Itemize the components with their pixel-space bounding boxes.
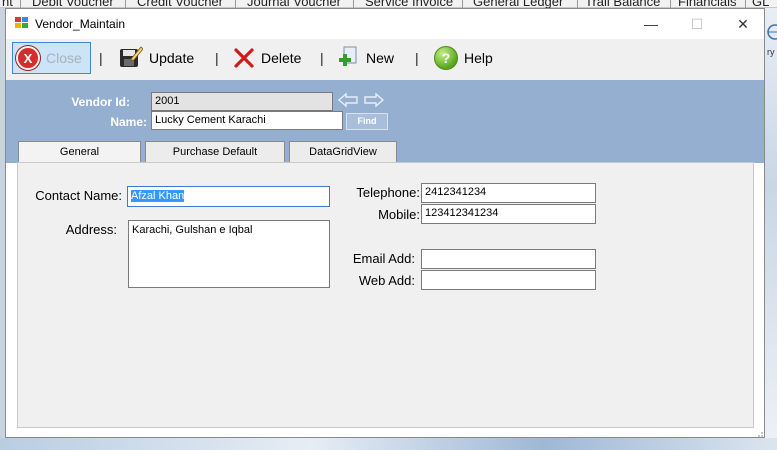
toolbar-separator: | (320, 50, 324, 66)
new-button[interactable]: New (336, 42, 394, 74)
help-icon: ? (434, 46, 458, 70)
web-field[interactable] (421, 270, 596, 290)
email-label: Email Add: (352, 251, 415, 266)
previous-arrow-icon[interactable] (337, 92, 359, 108)
title-bar: Vendor_Maintain — ☐ ✕ (6, 9, 764, 39)
vendor-name-field[interactable]: Lucky Cement Karachi (151, 111, 343, 130)
update-button-label: Update (149, 50, 195, 66)
save-disk-icon (120, 46, 143, 67)
vendor-header (6, 80, 764, 141)
background-tab-separator (462, 0, 463, 8)
close-button-label: Close (46, 50, 82, 66)
help-button-label: Help (464, 50, 493, 66)
web-label: Web Add: (358, 273, 415, 288)
background-right-edge (765, 8, 777, 450)
resize-grip-icon[interactable] (754, 429, 764, 438)
toolbar-separator: | (415, 50, 419, 66)
background-bottom-edge (0, 438, 777, 450)
background-tab-separator (125, 0, 126, 8)
background-tab-separator (745, 0, 746, 8)
toolbar-separator: | (215, 50, 219, 66)
tab-general[interactable]: General (18, 141, 141, 164)
toolbar: X Close | Update | Delete | New | ? Help (6, 39, 764, 80)
delete-x-icon (234, 48, 254, 68)
minimize-button[interactable]: — (628, 9, 674, 39)
address-textarea[interactable]: Karachi, Gulshan e Iqbal (128, 220, 330, 288)
vendor-id-label: Vendor Id: (71, 95, 130, 109)
help-button[interactable]: ? Help (434, 42, 493, 74)
close-icon: X (16, 46, 40, 70)
background-tab-separator (670, 0, 671, 8)
vendor-name-label: Name: (110, 115, 147, 129)
window-close-button[interactable]: ✕ (720, 9, 766, 39)
tab-datagridview[interactable]: DataGridView (289, 141, 397, 163)
contact-name-value: Afzal Khan (131, 190, 185, 202)
new-button-label: New (366, 50, 395, 66)
window-title: Vendor_Maintain (35, 17, 126, 31)
telephone-label: Telephone: (356, 185, 420, 200)
delete-button[interactable]: Delete (233, 42, 301, 74)
toolbar-separator: | (99, 50, 103, 66)
telephone-field[interactable]: 2412341234 (421, 183, 596, 203)
vendor-id-field[interactable]: 2001 (151, 92, 333, 111)
background-right-text: ry (767, 47, 775, 57)
background-tab-separator (577, 0, 578, 8)
contact-name-label: Contact Name: (35, 188, 122, 203)
close-button[interactable]: X Close (12, 42, 91, 74)
background-tab-strip: nt Debit Voucher Credit Voucher Journal … (0, 0, 777, 9)
background-tab-separator (20, 0, 21, 8)
mobile-label: Mobile: (378, 207, 420, 222)
globe-icon (767, 24, 777, 40)
contact-name-field[interactable]: Afzal Khan (127, 186, 330, 207)
background-tab-separator (235, 0, 236, 8)
next-arrow-icon[interactable] (363, 92, 385, 108)
email-field[interactable] (421, 249, 596, 269)
tab-purchase-default[interactable]: Purchase Default (145, 141, 285, 163)
delete-button-label: Delete (261, 50, 302, 66)
update-button[interactable]: Update (117, 42, 194, 74)
background-tab-separator (353, 0, 354, 8)
mobile-field[interactable]: 123412341234 (421, 204, 596, 224)
new-document-icon (339, 46, 357, 66)
find-button[interactable]: Find (346, 113, 388, 130)
address-label: Address: (65, 222, 117, 237)
maximize-button[interactable]: ☐ (674, 9, 720, 39)
vendor-maintain-window: Vendor_Maintain — ☐ ✕ X Close | Update | (5, 8, 765, 438)
app-icon (15, 17, 29, 29)
